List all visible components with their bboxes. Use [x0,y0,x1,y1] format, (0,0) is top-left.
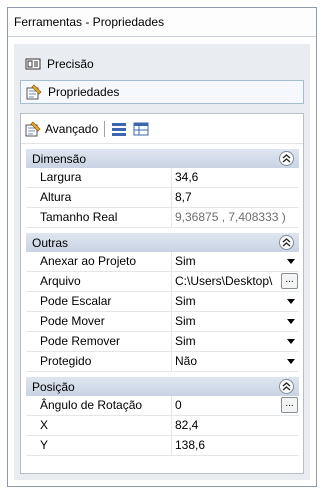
collapse-icon[interactable] [279,235,294,250]
property-value-select[interactable]: Sim [172,252,299,271]
chevron-down-icon[interactable] [286,332,296,351]
property-name: Anexar ao Projeto [26,252,172,271]
nav-item-precisao[interactable]: Precisão [20,52,304,76]
select-value: Sim [175,254,196,268]
properties-icon [25,121,41,137]
property-name: X [26,416,172,435]
chevron-down-icon[interactable] [286,292,296,311]
property-name: Pode Mover [26,312,172,331]
property-row[interactable]: Ângulo de Rotação 0 ... [26,396,299,416]
property-value-readonly: 9,36875 , 7,408333 ) [172,208,299,227]
property-grid: Dimensão Largura 34,6 Altura 8,7 Tamanho… [26,148,299,456]
categorized-view-button[interactable] [111,121,127,137]
tool-body: Precisão Propriedades Avançado Dimensão … [14,44,310,480]
property-row[interactable]: Protegido Não [26,352,299,372]
property-name: Y [26,436,172,455]
category-outras[interactable]: Outras [26,232,299,252]
file-path: C:\Users\Desktop\ [175,274,273,288]
property-value-input[interactable]: 34,6 [172,168,299,187]
property-pages-button[interactable] [133,121,149,137]
categorized-icon [111,121,127,137]
property-row[interactable]: Altura 8,7 [26,188,299,208]
property-row[interactable]: Y 138,6 [26,436,299,456]
property-name: Altura [26,188,172,207]
precision-icon [25,56,41,72]
collapse-icon[interactable] [279,151,294,166]
browse-button[interactable]: ... [281,273,298,289]
category-title: Posição [32,379,75,394]
property-name: Tamanho Real [26,208,172,227]
property-row[interactable]: Anexar ao Projeto Sim [26,252,299,272]
nav-item-label: Precisão [47,57,94,71]
window-title: Ferramentas - Propriedades [8,8,316,37]
select-value: Sim [175,294,196,308]
property-row[interactable]: Largura 34,6 [26,168,299,188]
select-value: Sim [175,334,196,348]
property-value-input[interactable]: 138,6 [172,436,299,455]
collapse-icon[interactable] [279,379,294,394]
property-name: Ângulo de Rotação [26,396,172,415]
chevron-down-icon[interactable] [286,312,296,331]
property-row[interactable]: Arquivo C:\Users\Desktop\ ... [26,272,299,292]
property-name: Largura [26,168,172,187]
properties-window: Ferramentas - Propriedades Precisão Prop… [7,7,317,487]
property-pages-icon [133,121,149,137]
chevron-down-icon[interactable] [286,252,296,271]
property-value-select[interactable]: Sim [172,292,299,311]
nav-item-propriedades[interactable]: Propriedades [20,80,304,104]
property-row[interactable]: Pode Remover Sim [26,332,299,352]
property-name: Pode Escalar [26,292,172,311]
select-value: Sim [175,314,196,328]
rotation-value: 0 [175,398,182,412]
nav-item-label: Propriedades [48,85,120,99]
category-posicao[interactable]: Posição [26,376,299,396]
chevron-down-icon[interactable] [286,352,296,371]
property-value-input[interactable]: 8,7 [172,188,299,207]
category-title: Dimensão [32,151,87,166]
select-value: Não [175,354,198,368]
category-title: Outras [32,235,69,250]
browse-button[interactable]: ... [281,397,298,413]
property-name: Protegido [26,352,172,371]
category-dimensao[interactable]: Dimensão [26,148,299,168]
property-panel: Avançado Dimensão Largura 34,6 Altura 8,… [20,113,304,474]
properties-icon [26,84,42,100]
advanced-label: Avançado [45,121,99,136]
property-name: Arquivo [26,272,172,291]
property-value-file[interactable]: C:\Users\Desktop\ ... [172,272,299,291]
property-row[interactable]: X 82,4 [26,416,299,436]
property-row: Tamanho Real 9,36875 , 7,408333 ) [26,208,299,228]
property-row[interactable]: Pode Mover Sim [26,312,299,332]
property-value-select[interactable]: Não [172,352,299,371]
advanced-button[interactable]: Avançado [25,121,98,137]
property-value-select[interactable]: Sim [172,332,299,351]
property-value-input[interactable]: 0 ... [172,396,299,415]
property-value-input[interactable]: 82,4 [172,416,299,435]
property-row[interactable]: Pode Escalar Sim [26,292,299,312]
property-name: Pode Remover [26,332,172,351]
panel-toolbar: Avançado [21,114,303,144]
toolbar-separator [104,120,106,137]
property-value-select[interactable]: Sim [172,312,299,331]
